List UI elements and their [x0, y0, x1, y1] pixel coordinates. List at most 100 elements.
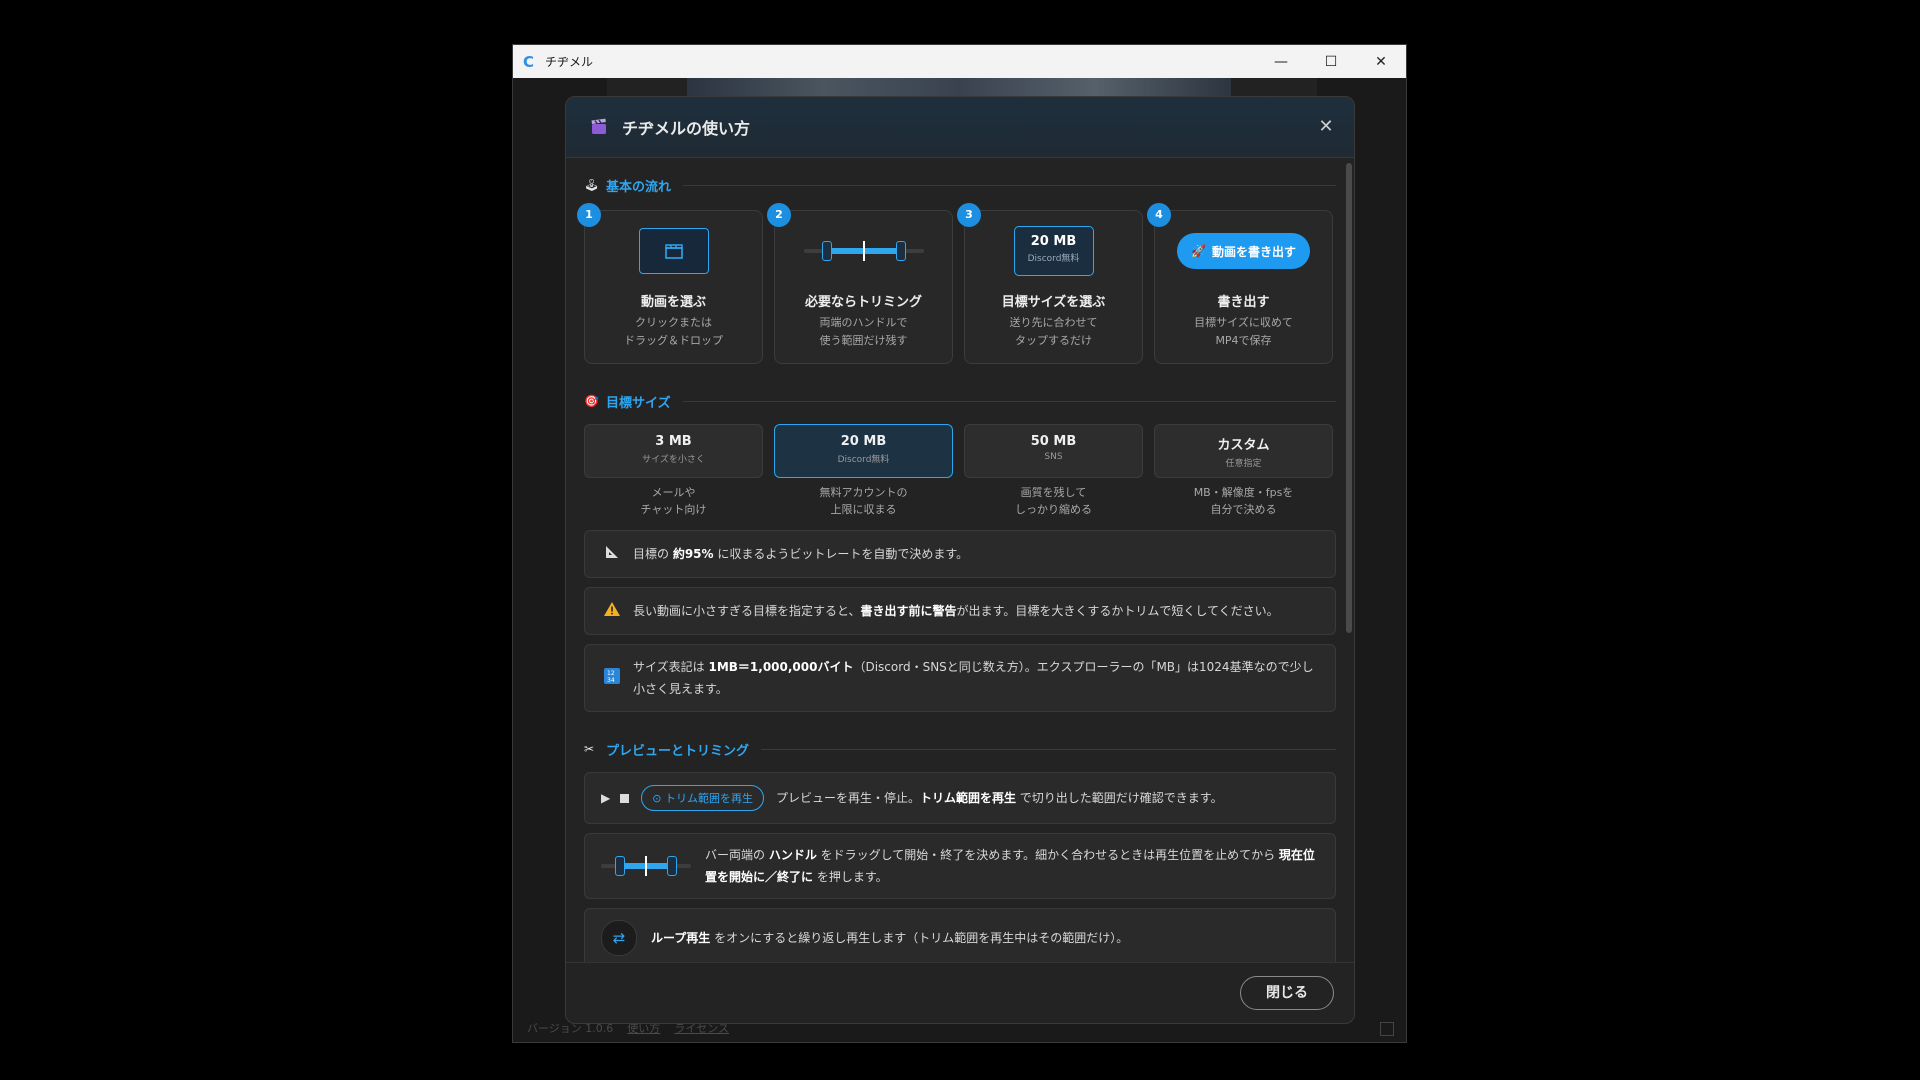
svg-text:12: 12: [607, 670, 615, 677]
app-window: C チヂメル — ☐ ✕ バージョン 1.0.6 使い方 ライセンス チヂメルの…: [512, 44, 1407, 1043]
step-card-export: 4 🚀 動画を書き出す 書き出す 目標サイズに収めて MP4で保存: [1147, 203, 1333, 364]
divider: [761, 748, 1336, 750]
info-handles: バー両端の ハンドル をドラッグして開始・終了を決めます。細かく合わせるときは再…: [584, 833, 1336, 899]
window-close-button[interactable]: ✕: [1356, 45, 1406, 78]
ruler-icon: [601, 544, 623, 564]
trim-play-chip: ⊙ トリム範囲を再生: [641, 785, 764, 811]
step-description: 目標サイズに収めて MP4で保存: [1155, 314, 1332, 350]
joystick-icon: 🕹: [584, 178, 600, 192]
info-text: 長い動画に小さすぎる目標を指定すると、書き出す前に警告が出ます。目標を大きくする…: [633, 604, 1279, 618]
clapperboard-icon: [591, 118, 606, 134]
size-value: 3 MB: [655, 434, 692, 449]
step-title: 必要ならトリミング: [804, 295, 922, 310]
background-video-thumbnail: [687, 78, 1231, 96]
info-warning: 長い動画に小さすぎる目標を指定すると、書き出す前に警告が出ます。目標を大きくする…: [584, 587, 1336, 635]
export-label: 動画を書き出す: [1211, 244, 1296, 259]
note-line: チャット向け: [640, 503, 707, 516]
size-option-50mb: 50 MB SNS 画質を残して しっかり縮める: [964, 424, 1143, 518]
step-card-select: 1 動画を選ぶ クリックまたは ドラッグ＆ドロップ: [577, 203, 763, 364]
note-line: 自分で決める: [1210, 503, 1277, 516]
size-card-selected[interactable]: 20 MB Discord無料: [774, 424, 953, 478]
size-option-3mb: 3 MB サイズを小さく メールや チャット向け: [584, 424, 763, 518]
step-desc-line: 目標サイズに収めて: [1194, 316, 1293, 329]
dialog-content[interactable]: 🕹 基本の流れ 1 動画を選ぶ クリックまたは ドラッグ＆ドロップ 2 必要なら…: [566, 158, 1354, 963]
step-title: 目標サイズを選ぶ: [1001, 295, 1106, 310]
size-chip-illustration: 20 MB Discord無料: [1013, 226, 1094, 276]
info-playback: ▶ ⊙ トリム範囲を再生 プレビューを再生・停止。トリム範囲を再生 で切り出した…: [584, 772, 1336, 824]
loop-icon: ⇄: [601, 920, 637, 956]
step-desc-line: 送り先に合わせて: [1009, 316, 1098, 329]
app-logo-icon: C: [523, 52, 535, 71]
step-description: クリックまたは ドラッグ＆ドロップ: [585, 314, 762, 350]
size-options: 3 MB サイズを小さく メールや チャット向け 20 MB Discord無料…: [584, 424, 1336, 518]
chip-value: 20 MB: [1030, 234, 1077, 249]
size-note: メールや チャット向け: [584, 484, 763, 518]
dialog-header: チヂメルの使い方 ✕: [566, 97, 1354, 158]
note-line: MB・解像度・fpsを: [1193, 486, 1294, 499]
numbers-icon: 12 34: [601, 668, 623, 688]
note-line: しっかり縮める: [1015, 503, 1092, 516]
step-description: 両端のハンドルで 使う範囲だけ残す: [775, 314, 952, 350]
play-icon: ▶: [601, 791, 611, 805]
section-title: 基本の流れ: [606, 179, 672, 195]
target-icon: 🎯: [584, 394, 599, 408]
step-desc-line: 両端のハンドルで: [819, 316, 908, 329]
dialog-close-icon[interactable]: ✕: [1314, 115, 1338, 139]
size-note: 画質を残して しっかり縮める: [964, 484, 1143, 518]
section-title: プレビューとトリミング: [606, 743, 750, 759]
info-text: バー両端の ハンドル をドラッグして開始・終了を決めます。細かく合わせるときは再…: [705, 848, 1315, 884]
trim-bar-illustration: [803, 239, 924, 263]
note-line: メールや: [651, 486, 696, 499]
howto-dialog: チヂメルの使い方 ✕ 🕹 基本の流れ 1 動画を選ぶ クリックまたは ドラッグ＆…: [565, 96, 1355, 1024]
clapperboard-icon: [638, 228, 709, 274]
dialog-footer: 閉じる: [566, 962, 1354, 1023]
info-loop: ⇄ ループ再生 をオンにすると繰り返し再生します（トリム範囲を再生中はその範囲だ…: [584, 908, 1336, 963]
step-desc-line: ドラッグ＆ドロップ: [624, 334, 723, 347]
size-value: 20 MB: [840, 434, 887, 449]
step-desc-line: MP4で保存: [1215, 334, 1272, 347]
info-text: サイズ表記は 1MB＝1,000,000バイト（Discord・SNSと同じ数え…: [633, 660, 1314, 696]
svg-text:34: 34: [607, 677, 615, 684]
step-title: 動画を選ぶ: [640, 295, 706, 310]
trim-bar-illustration: [601, 854, 691, 878]
size-option-custom: カスタム 任意指定 MB・解像度・fpsを 自分で決める: [1154, 424, 1333, 518]
steps-row: 1 動画を選ぶ クリックまたは ドラッグ＆ドロップ 2 必要ならトリミング 両端…: [577, 203, 1336, 364]
size-subtitle: SNS: [1044, 452, 1063, 462]
scissors-icon: ✂: [584, 742, 595, 756]
window-title: チヂメル: [545, 55, 594, 69]
step-card-trim: 2 必要ならトリミング 両端のハンドルで 使う範囲だけ残す: [767, 203, 953, 364]
info-units: 12 34 サイズ表記は 1MB＝1,000,000バイト（Discord・SNS…: [584, 644, 1336, 712]
minimize-button[interactable]: —: [1256, 45, 1306, 78]
divider: [682, 400, 1336, 402]
note-line: 画質を残して: [1020, 486, 1087, 499]
maximize-button[interactable]: ☐: [1306, 45, 1356, 78]
size-subtitle: サイズを小さく: [642, 455, 705, 465]
size-note: MB・解像度・fpsを 自分で決める: [1154, 484, 1333, 518]
size-value: 50 MB: [1030, 434, 1077, 449]
step-badge: 1: [577, 203, 601, 227]
rocket-icon: 🚀: [1191, 244, 1206, 258]
size-card[interactable]: カスタム 任意指定: [1154, 424, 1333, 478]
info-text: プレビューを再生・停止。トリム範囲を再生 で切り出した範囲だけ確認できます。: [775, 791, 1223, 805]
dialog-scrollbar[interactable]: [1346, 163, 1352, 633]
note-line: 無料アカウントの: [819, 486, 908, 499]
title-bar: C チヂメル — ☐ ✕: [513, 45, 1406, 78]
export-button-illustration: 🚀 動画を書き出す: [1177, 233, 1310, 269]
screenshot-icon[interactable]: [1380, 1022, 1394, 1036]
size-subtitle: 任意指定: [1225, 459, 1262, 469]
dialog-title: チヂメルの使い方: [622, 119, 751, 138]
step-badge: 3: [957, 203, 981, 227]
close-button[interactable]: 閉じる: [1240, 976, 1334, 1010]
step-description: 送り先に合わせて タップするだけ: [965, 314, 1142, 350]
size-note: 無料アカウントの 上限に収まる: [774, 484, 953, 518]
section-header-target: 🎯 目標サイズ: [584, 392, 1336, 411]
step-badge: 4: [1147, 203, 1171, 227]
info-text: 目標の 約95% に収まるようビットレートを自動で決めます。: [633, 547, 969, 561]
size-card[interactable]: 50 MB SNS: [964, 424, 1143, 478]
step-desc-line: クリックまたは: [635, 316, 712, 329]
step-card-size: 3 20 MB Discord無料 目標サイズを選ぶ 送り先に合わせて タップす…: [957, 203, 1143, 364]
size-card[interactable]: 3 MB サイズを小さく: [584, 424, 763, 478]
info-text: ループ再生 をオンにすると繰り返し再生します（トリム範囲を再生中はその範囲だけ）…: [651, 931, 1129, 945]
size-subtitle: Discord無料: [837, 455, 890, 465]
step-desc-line: タップするだけ: [1015, 334, 1092, 347]
